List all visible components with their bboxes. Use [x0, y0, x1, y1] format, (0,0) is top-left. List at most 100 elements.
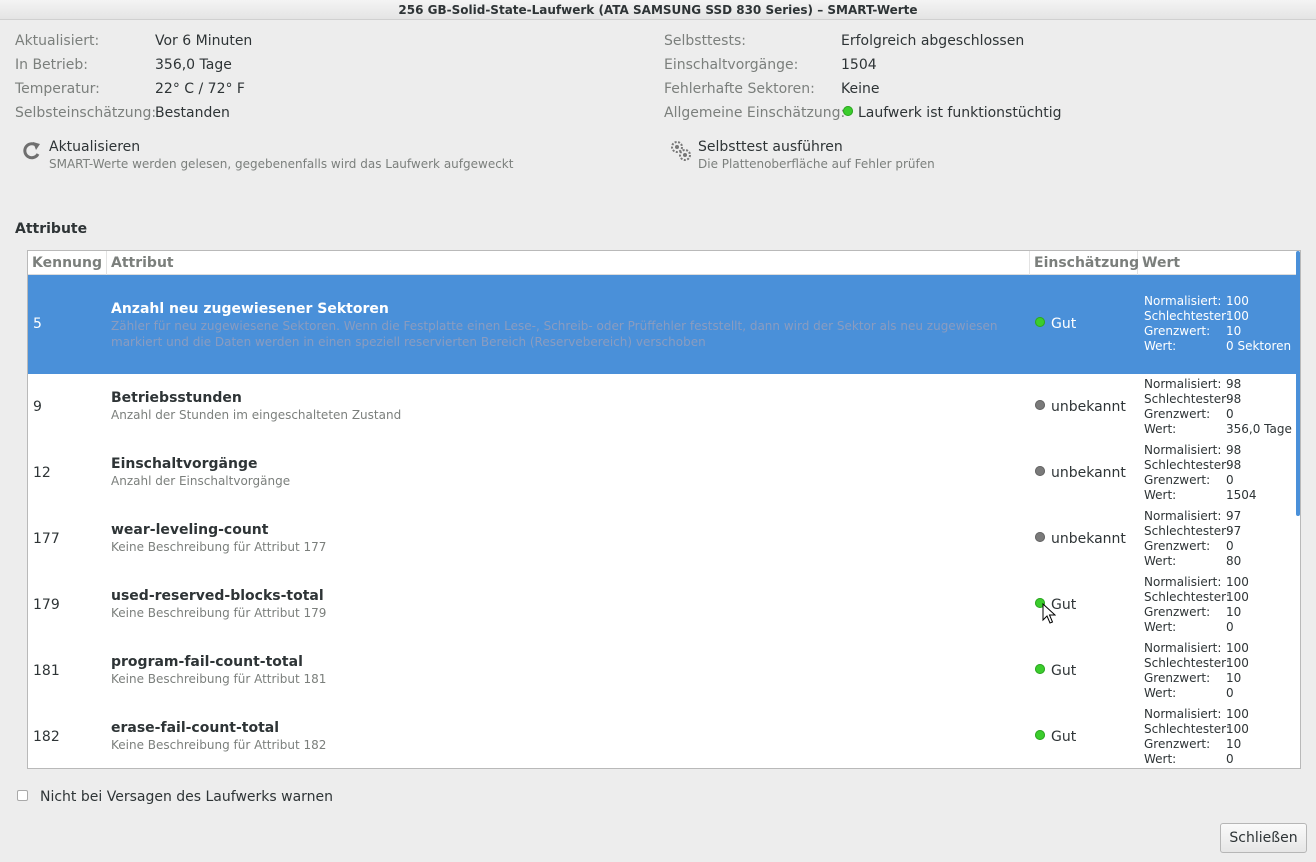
table-row[interactable]: 12 Einschaltvorgänge Anzahl der Einschal… [28, 440, 1296, 506]
column-header-attribute[interactable]: Attribut [107, 251, 1030, 275]
val-threshold: 10 [1226, 605, 1242, 619]
table-row[interactable]: 182 erase-fail-count-total Keine Beschre… [28, 704, 1296, 768]
val-value: 0 [1226, 752, 1234, 766]
table-row[interactable]: 9 Betriebsstunden Anzahl der Stunden im … [28, 374, 1296, 440]
val-value: 356,0 Tage [1226, 422, 1292, 436]
label-bad-sectors: Fehlerhafte Sektoren: [664, 81, 815, 97]
key-threshold: Grenzwert: [1144, 473, 1211, 487]
val-worst: 100 [1226, 656, 1249, 670]
row-name: Einschaltvorgänge [111, 456, 258, 472]
val-value: 0 [1226, 620, 1234, 634]
val-worst: 100 [1226, 309, 1249, 323]
table-row[interactable]: 5 Anzahl neu zugewiesener Sektoren Zähle… [28, 275, 1296, 374]
value-bad-sectors: Keine [841, 81, 880, 97]
table-scrollbar[interactable] [1296, 251, 1300, 516]
gears-icon [671, 141, 691, 161]
selftest-action[interactable]: Selbsttest ausführen Die Plattenoberfläc… [670, 139, 935, 171]
row-desc: Keine Beschreibung für Attribut 179 [111, 606, 327, 620]
val-normalized: 100 [1226, 707, 1249, 721]
key-worst: Schlechtester: [1144, 722, 1230, 736]
key-value: Wert: [1144, 752, 1177, 766]
key-worst: Schlechtester: [1144, 656, 1230, 670]
row-state: Gut [1035, 316, 1076, 332]
row-values: Normalisiert: 97 Schlechtester:97 Grenzwe… [1144, 509, 1241, 569]
attributes-table[interactable]: Kennung Attribut Einschätzung Wert 5 Anz… [27, 250, 1301, 769]
no-warn-checkbox[interactable]: Nicht bei Versagen des Laufwerks warnen [17, 786, 333, 805]
row-name: wear-leveling-count [111, 522, 269, 538]
row-desc: Anzahl der Einschaltvorgänge [111, 474, 291, 488]
table-row[interactable]: 179 used-reserved-blocks-total Keine Bes… [28, 572, 1296, 638]
row-name: Anzahl neu zugewiesener Sektoren [111, 301, 389, 317]
row-id: 181 [33, 663, 60, 679]
row-id: 12 [33, 465, 51, 481]
column-header-assessment[interactable]: Einschätzung [1030, 251, 1139, 275]
row-state-text: unbekannt [1051, 531, 1126, 547]
key-threshold: Grenzwert: [1144, 737, 1211, 751]
key-value: Wert: [1144, 422, 1177, 436]
key-normalized: Normalisiert: [1144, 707, 1222, 721]
no-warn-label: Nicht bei Versagen des Laufwerks warnen [40, 789, 334, 805]
row-values: Normalisiert: 100 Schlechtester:100 Grenz… [1144, 641, 1249, 701]
val-normalized: 100 [1226, 641, 1249, 655]
row-values: Normalisiert: 98 Schlechtester:98 Grenzwe… [1144, 443, 1257, 503]
refresh-action[interactable]: Aktualisieren SMART-Werte werden gelesen… [22, 139, 513, 171]
table-row[interactable]: 177 wear-leveling-count Keine Beschreibu… [28, 506, 1296, 572]
key-normalized: Normalisiert: [1144, 509, 1222, 523]
row-desc: Keine Beschreibung für Attribut 177 [111, 540, 327, 554]
row-state: unbekannt [1035, 531, 1126, 547]
label-power-on: In Betrieb: [15, 57, 89, 73]
status-ok-icon [843, 106, 853, 116]
key-worst: Schlechtester: [1144, 392, 1230, 406]
row-state-text: Gut [1051, 663, 1077, 679]
val-value: 0 Sektoren [1226, 339, 1292, 353]
val-value: 1504 [1226, 488, 1257, 502]
row-state-text: unbekannt [1051, 399, 1126, 415]
row-desc: Keine Beschreibung für Attribut 181 [111, 672, 327, 686]
row-values: Normalisiert: 100 Schlechtester:100 Grenz… [1144, 575, 1249, 635]
key-threshold: Grenzwert: [1144, 407, 1211, 421]
key-worst: Schlechtester: [1144, 524, 1230, 538]
val-threshold: 10 [1226, 671, 1242, 685]
row-name: Betriebsstunden [111, 390, 242, 406]
column-header-value[interactable]: Wert [1138, 251, 1296, 275]
column-header-id[interactable]: Kennung [28, 251, 107, 275]
status-good-icon [1035, 317, 1045, 327]
row-values: Normalisiert: 98 Schlechtester:98 Grenzwe… [1144, 377, 1292, 437]
refresh-title: Aktualisieren [49, 139, 141, 155]
value-overall-assessment: Laufwerk ist funktionstüchtig [843, 105, 1062, 121]
val-value: 80 [1226, 554, 1242, 568]
row-id: 5 [33, 316, 42, 332]
key-value: Wert: [1144, 686, 1177, 700]
val-worst: 98 [1226, 458, 1242, 472]
val-threshold: 0 [1226, 407, 1234, 421]
key-normalized: Normalisiert: [1144, 641, 1222, 655]
table-row[interactable]: 181 program-fail-count-total Keine Besch… [28, 638, 1296, 704]
row-state: Gut [1035, 663, 1076, 679]
selftest-title: Selbsttest ausführen [698, 139, 843, 155]
label-power-cycles: Einschaltvorgänge: [664, 57, 799, 73]
val-threshold: 10 [1226, 324, 1242, 338]
row-name: program-fail-count-total [111, 654, 303, 670]
row-id: 177 [33, 531, 60, 547]
status-unknown-icon [1035, 466, 1045, 476]
checkbox-box[interactable] [17, 790, 28, 801]
mouse-cursor-icon [1042, 603, 1056, 624]
label-self-assessment: Selbsteinschätzung: [15, 105, 157, 121]
key-value: Wert: [1144, 488, 1177, 502]
row-id: 179 [33, 597, 60, 613]
window-title: 256 GB-Solid-State-Laufwerk (ATA SAMSUNG… [0, 0, 1316, 20]
row-state: unbekannt [1035, 399, 1126, 415]
val-worst: 98 [1226, 392, 1242, 406]
refresh-desc: SMART-Werte werden gelesen, gegebenenfal… [49, 157, 514, 171]
val-normalized: 100 [1226, 575, 1249, 589]
status-good-icon [1035, 664, 1045, 674]
close-button[interactable]: Schließen [1220, 823, 1307, 853]
attributes-heading: Attribute [15, 221, 88, 237]
row-values: Normalisiert: 100 Schlechtester:100 Grenz… [1144, 707, 1249, 767]
label-updated: Aktualisiert: [15, 33, 100, 49]
row-state-text: Gut [1051, 729, 1077, 745]
value-updated: Vor 6 Minuten [155, 33, 253, 49]
val-normalized: 98 [1226, 443, 1242, 457]
val-threshold: 0 [1226, 473, 1234, 487]
key-worst: Schlechtester: [1144, 458, 1230, 472]
